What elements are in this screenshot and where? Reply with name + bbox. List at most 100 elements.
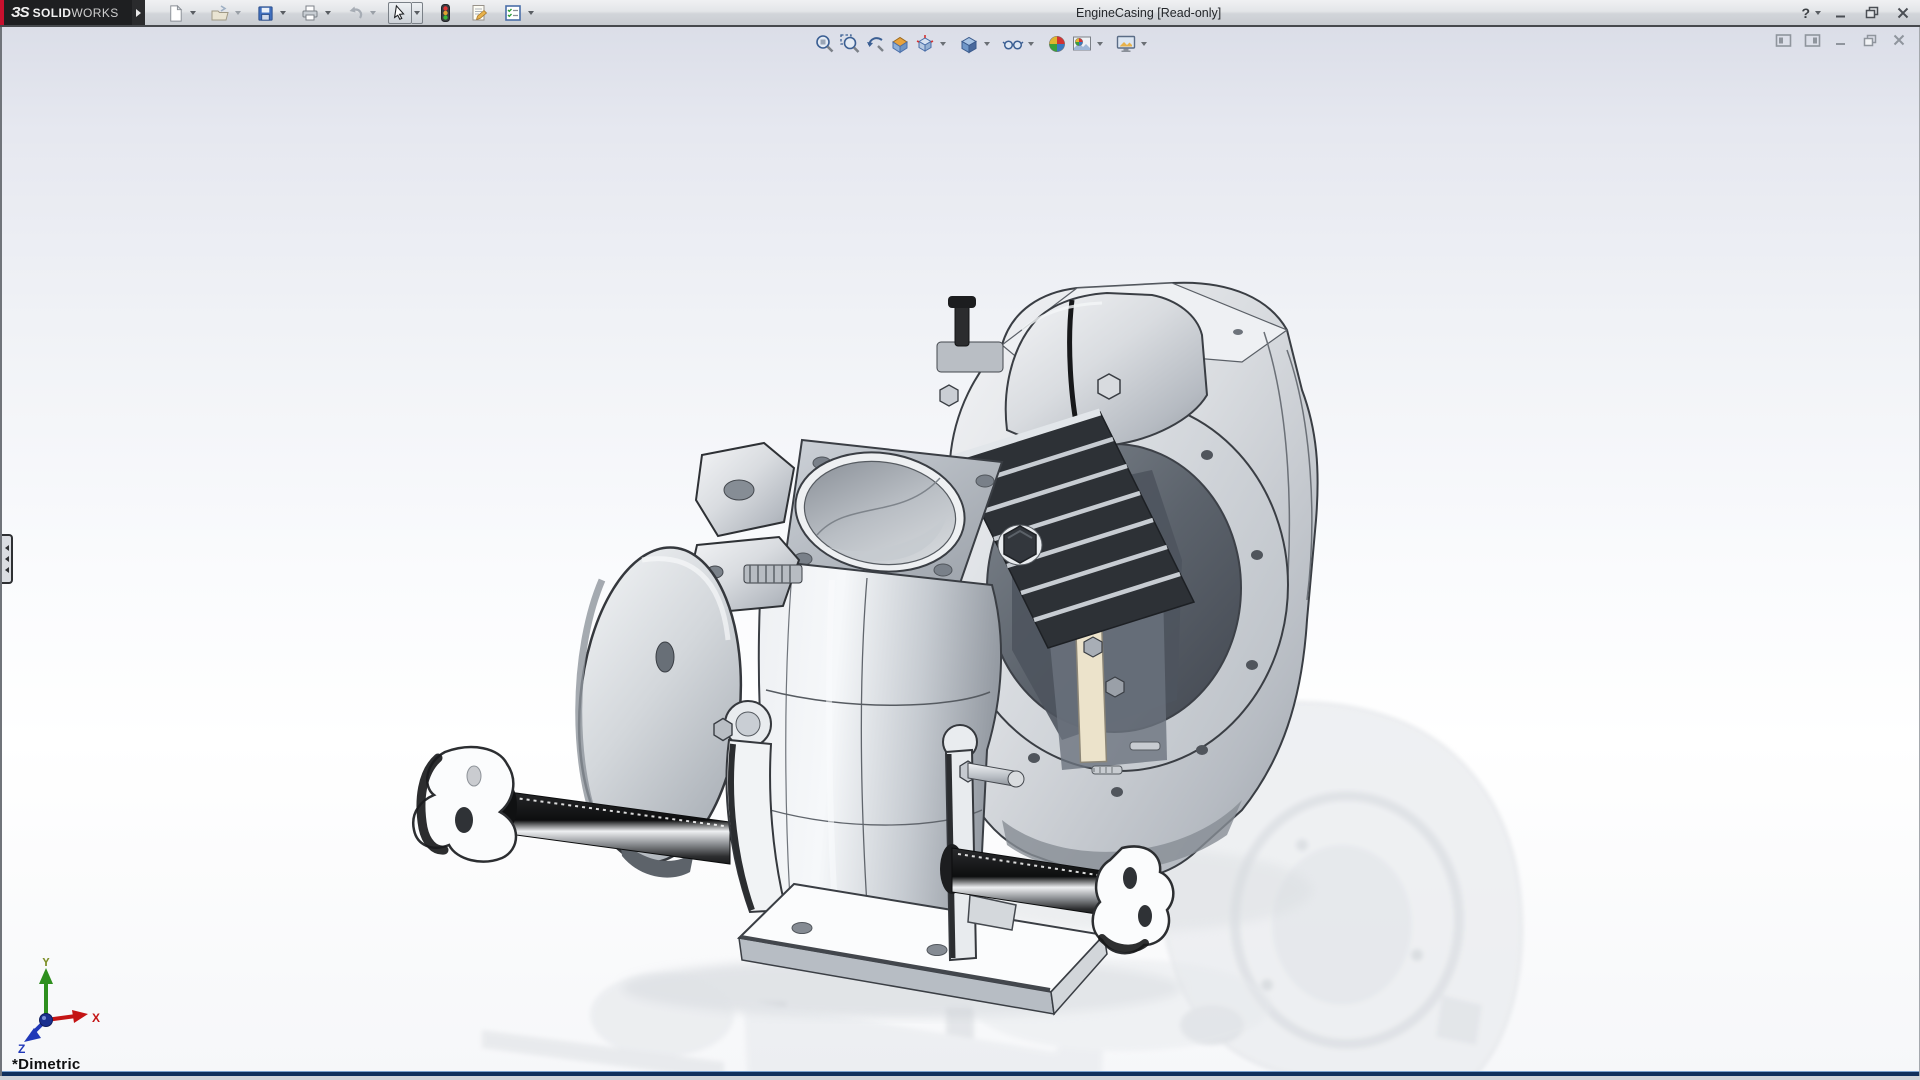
help-button[interactable]: ? bbox=[1801, 5, 1810, 21]
minimize-icon bbox=[1836, 15, 1845, 17]
doc-minimize-button[interactable] bbox=[1831, 32, 1851, 48]
app-restore-button[interactable] bbox=[1861, 4, 1883, 22]
rebuild-button[interactable] bbox=[433, 2, 457, 24]
new-document-dropdown[interactable] bbox=[187, 2, 198, 24]
apply-scene-dropdown[interactable] bbox=[1094, 32, 1106, 56]
standard-toolbar bbox=[163, 1, 536, 25]
print-dropdown[interactable] bbox=[322, 2, 333, 24]
select-tool-button[interactable] bbox=[388, 2, 412, 24]
base-hole-1 bbox=[791, 922, 813, 934]
z-axis-label: Z bbox=[18, 1042, 25, 1054]
display-style-button[interactable] bbox=[956, 32, 981, 56]
edit-appearance-button[interactable] bbox=[1044, 32, 1069, 56]
hide-show-items-button[interactable] bbox=[1000, 32, 1025, 56]
app-minimize-button[interactable] bbox=[1830, 4, 1852, 22]
doc-close-button[interactable] bbox=[1889, 32, 1909, 48]
view-orientation-icon bbox=[916, 35, 933, 52]
save-floppy-icon bbox=[257, 5, 273, 21]
x-axis-arrow bbox=[72, 1010, 88, 1023]
open-button[interactable] bbox=[208, 2, 232, 24]
file-properties-button[interactable] bbox=[467, 2, 491, 24]
doc-restore-button[interactable] bbox=[1860, 32, 1880, 48]
select-cursor-icon bbox=[393, 4, 405, 21]
hide-show-items-icon bbox=[1002, 40, 1023, 50]
left-arrow-icon bbox=[4, 567, 9, 573]
document-window-controls bbox=[1773, 32, 1909, 48]
pivot-bolt bbox=[713, 717, 733, 742]
view-settings-button[interactable] bbox=[1113, 32, 1138, 56]
disc-hole bbox=[655, 641, 675, 673]
open-folder-icon bbox=[211, 5, 229, 21]
app-close-button[interactable] bbox=[1892, 4, 1914, 22]
solidworks-window: ЗS SOLID WORKS EngineCasing [Read-only] … bbox=[0, 0, 1920, 1080]
previous-view-button[interactable] bbox=[862, 32, 887, 56]
minimize-icon bbox=[1836, 42, 1845, 45]
window-bottom-frame bbox=[2, 1071, 1919, 1076]
ds-logo-mark: ЗS bbox=[11, 4, 30, 21]
close-icon bbox=[1893, 34, 1905, 46]
base-hole-2 bbox=[926, 944, 948, 956]
pane-left-button[interactable] bbox=[1773, 32, 1793, 48]
pane-right-icon bbox=[1804, 33, 1820, 47]
previous-view-icon bbox=[866, 37, 884, 52]
solidworks-logo: ЗS SOLID WORKS bbox=[0, 0, 132, 25]
bracket-bolt bbox=[1097, 373, 1121, 400]
pane-right-button[interactable] bbox=[1802, 32, 1822, 48]
help-dropdown[interactable] bbox=[1815, 10, 1821, 15]
zoom-to-area-button[interactable] bbox=[837, 32, 862, 56]
options-checklist-icon bbox=[505, 5, 521, 21]
view-orientation-dropdown[interactable] bbox=[937, 32, 949, 56]
menu-flyout-arrow[interactable] bbox=[132, 0, 145, 25]
feature-manager-collapsed-tab[interactable] bbox=[2, 534, 13, 584]
restore-icon bbox=[1865, 6, 1878, 19]
print-button[interactable] bbox=[298, 2, 322, 24]
threaded-stud bbox=[743, 564, 803, 584]
orientation-triad: Y X Z bbox=[18, 958, 100, 1054]
open-dropdown[interactable] bbox=[232, 2, 243, 24]
window-title: EngineCasing [Read-only] bbox=[1076, 6, 1222, 20]
select-tool-dropdown[interactable] bbox=[412, 2, 423, 24]
graphics-viewport[interactable]: Y X Z *Dimetric bbox=[0, 27, 1920, 1076]
view-orientation-button[interactable] bbox=[912, 32, 937, 56]
new-document-button[interactable] bbox=[163, 2, 187, 24]
app-window-controls: ? bbox=[1801, 0, 1914, 25]
section-view-button[interactable] bbox=[887, 32, 912, 56]
right-arrow-icon bbox=[136, 8, 141, 17]
display-style-icon bbox=[960, 36, 977, 54]
undo-icon bbox=[349, 6, 363, 19]
undo-button[interactable] bbox=[343, 2, 367, 24]
view-settings-dropdown[interactable] bbox=[1138, 32, 1150, 56]
display-style-dropdown[interactable] bbox=[981, 32, 993, 56]
file-properties-icon bbox=[472, 5, 488, 21]
apply-scene-button[interactable] bbox=[1069, 32, 1094, 56]
save-button[interactable] bbox=[253, 2, 277, 24]
save-dropdown[interactable] bbox=[277, 2, 288, 24]
logo-red-stripe bbox=[0, 0, 4, 25]
options-button[interactable] bbox=[501, 2, 525, 24]
restore-icon bbox=[1863, 34, 1876, 46]
zoom-to-fit-button[interactable] bbox=[812, 32, 837, 56]
rebuild-stoplight-icon bbox=[440, 4, 450, 22]
y-axis-label: Y bbox=[42, 958, 50, 969]
close-icon bbox=[1897, 7, 1909, 18]
brand-name-light: WORKS bbox=[71, 5, 119, 20]
view-settings-icon bbox=[1116, 35, 1135, 52]
hide-show-items-dropdown[interactable] bbox=[1025, 32, 1037, 56]
undo-dropdown[interactable] bbox=[367, 2, 378, 24]
left-arrow-icon bbox=[4, 545, 9, 551]
pane-left-icon bbox=[1775, 33, 1791, 47]
print-icon bbox=[302, 5, 318, 21]
left-arrow-icon bbox=[4, 556, 9, 562]
titlebar: ЗS SOLID WORKS EngineCasing [Read-only] … bbox=[0, 0, 1920, 27]
brand-name-bold: SOLID bbox=[32, 5, 72, 20]
heads-up-view-toolbar bbox=[812, 32, 1150, 56]
y-axis-arrow bbox=[39, 968, 53, 984]
x-axis-label: X bbox=[92, 1011, 100, 1025]
options-dropdown[interactable] bbox=[525, 2, 536, 24]
zoom-to-area-icon bbox=[839, 34, 859, 53]
zoom-to-fit-icon bbox=[815, 35, 833, 53]
section-view-icon bbox=[891, 36, 908, 54]
engine-casing-3d-model[interactable] bbox=[2, 27, 1920, 1076]
apply-scene-icon bbox=[1072, 36, 1091, 51]
edit-appearance-icon bbox=[1048, 36, 1065, 52]
